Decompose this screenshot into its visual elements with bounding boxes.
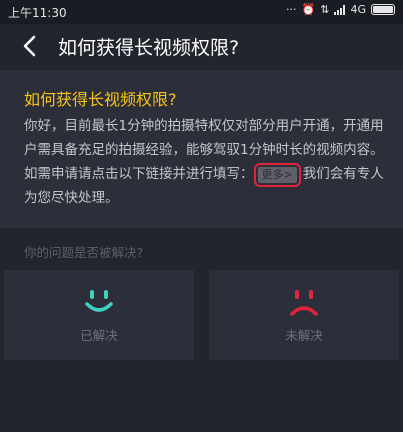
happy-face-icon [85,290,113,312]
wifi-off-icon: ⇅ [320,3,330,16]
network-type: 4G [350,3,366,16]
unresolved-label: 未解决 [285,328,323,343]
sad-face-icon [290,290,318,316]
more-link[interactable]: 更多> [253,163,301,187]
page-title: 如何获得长视频权限? [58,37,240,59]
more-dots-icon: ··· [286,3,297,16]
faq-card: 如何获得长视频权限? 你好，目前最长1分钟的拍摄特权仅对部分用户开通，开通用户需… [0,70,403,228]
feedback-prompt: 你的问题是否被解决? [24,245,144,260]
signal-icon [334,4,346,15]
faq-question: 如何获得长视频权限? [24,90,177,109]
status-bar: 上午11:30 ··· ⏰ ⇅ 4G [0,0,403,24]
status-icons: ··· ⏰ ⇅ 4G [286,3,395,16]
unresolved-button[interactable]: 未解决 [209,270,399,360]
battery-icon [371,4,395,15]
nav-bar: 如何获得长视频权限? [0,24,403,68]
faq-answer: 你好，目前最长1分钟的拍摄特权仅对部分用户开通，开通用户需具备充足的拍摄经验，能… [24,114,388,210]
resolved-label: 已解决 [80,328,118,343]
status-time: 上午11:30 [8,6,67,20]
back-arrow-icon[interactable] [16,32,44,60]
resolved-button[interactable]: 已解决 [4,270,194,360]
alarm-icon: ⏰ [301,3,316,16]
